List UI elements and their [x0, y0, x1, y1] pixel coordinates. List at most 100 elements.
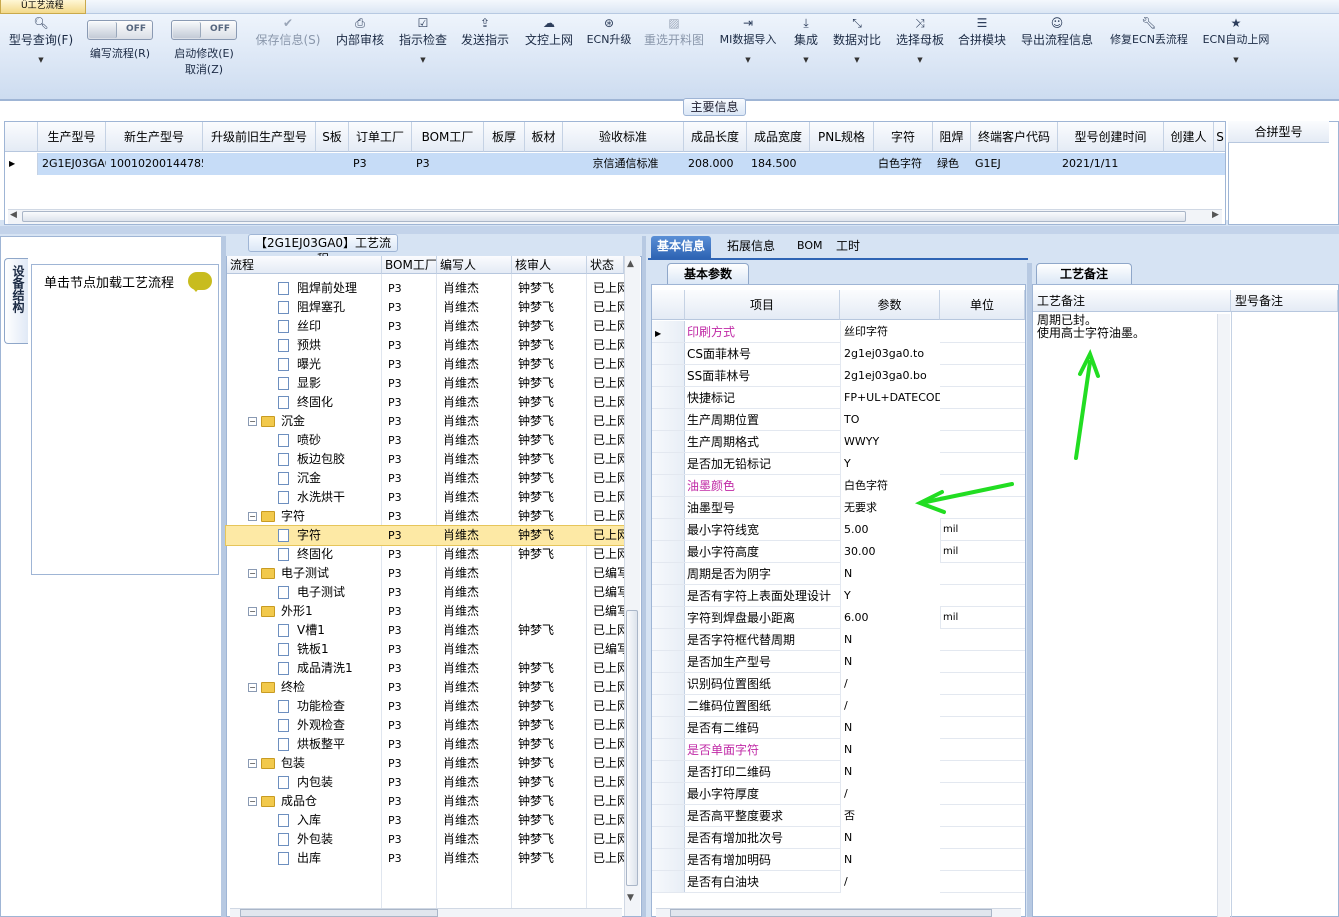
- data-compare-button[interactable]: ⤡ 数据对比 ▼: [830, 14, 884, 96]
- chevron-down-icon[interactable]: ▼: [1199, 54, 1273, 66]
- tab-basic-params[interactable]: 基本参数: [667, 263, 749, 284]
- tree-row[interactable]: 曝光 P3 肖维杰 钟梦飞 已上网: [226, 355, 624, 374]
- col-header[interactable]: 终端客户代码: [971, 122, 1058, 152]
- param-col-header[interactable]: 项目: [685, 290, 840, 320]
- tree-row[interactable]: 沉金 P3 肖维杰 钟梦飞 已上网: [226, 469, 624, 488]
- chevron-down-icon[interactable]: ▼: [396, 54, 450, 66]
- collapse-icon[interactable]: −: [248, 607, 257, 616]
- tab-work-hours[interactable]: 工时: [830, 236, 866, 258]
- col-header[interactable]: 阻焊: [933, 122, 971, 152]
- chevron-down-icon[interactable]: ▼: [892, 54, 948, 66]
- table-cell[interactable]: 184.500: [747, 153, 810, 175]
- table-cell[interactable]: [484, 153, 525, 175]
- tree-col-header[interactable]: 编写人: [437, 256, 512, 274]
- param-row[interactable]: 二维码位置图纸 /: [652, 695, 1025, 717]
- scroll-thumb[interactable]: [670, 909, 992, 917]
- table-cell[interactable]: 2G1EJ03GA0: [38, 153, 106, 175]
- param-row[interactable]: 最小字符厚度 /: [652, 783, 1025, 805]
- notes-vscrollbar[interactable]: [1217, 314, 1230, 917]
- table-cell[interactable]: [525, 153, 563, 175]
- param-value[interactable]: 30.00: [840, 541, 940, 563]
- param-row[interactable]: 是否有白油块 /: [652, 871, 1025, 893]
- param-value[interactable]: N: [840, 849, 940, 871]
- table-cell[interactable]: P3: [412, 153, 484, 175]
- table-cell[interactable]: [1164, 153, 1214, 175]
- select-master-button[interactable]: ⤨ 选择母板 ▼: [892, 14, 948, 96]
- param-value[interactable]: N: [840, 651, 940, 673]
- chevron-down-icon[interactable]: ▼: [6, 54, 76, 66]
- col-header[interactable]: 创建人: [1164, 122, 1214, 152]
- tree-row[interactable]: 铣板1 P3 肖维杰 已编写: [226, 640, 624, 659]
- col-header[interactable]: 生产型号: [38, 122, 106, 152]
- tree-row[interactable]: − 沉金 P3 肖维杰 钟梦飞 已上网: [226, 412, 624, 431]
- tree-row[interactable]: 终固化 P3 肖维杰 钟梦飞 已上网: [226, 393, 624, 412]
- write-flow-toggle[interactable]: OFF 编写流程(R): [82, 14, 158, 96]
- param-value[interactable]: N: [840, 739, 940, 761]
- param-row[interactable]: 周期是否为阴字 N: [652, 563, 1025, 585]
- tree-row[interactable]: 入库 P3 肖维杰 钟梦飞 已上网: [226, 811, 624, 830]
- tab-basic-info[interactable]: 基本信息: [651, 236, 712, 258]
- cancel-label[interactable]: 取消(Z): [166, 62, 242, 78]
- tab-process-notes[interactable]: 工艺备注: [1036, 263, 1132, 284]
- tree-row[interactable]: 喷砂 P3 肖维杰 钟梦飞 已上网: [226, 431, 624, 450]
- scroll-thumb[interactable]: [240, 909, 438, 917]
- col-header[interactable]: 新生产型号: [106, 122, 203, 152]
- tree-col-header[interactable]: 核审人: [512, 256, 587, 274]
- tree-row[interactable]: − 电子测试 P3 肖维杰 已编写: [226, 564, 624, 583]
- col-header[interactable]: 验收标准: [563, 122, 684, 152]
- col-header[interactable]: S板: [316, 122, 349, 152]
- tree-row[interactable]: 水洗烘干 P3 肖维杰 钟梦飞 已上网: [226, 488, 624, 507]
- col-header[interactable]: 订单工厂: [349, 122, 412, 152]
- start-edit-toggle[interactable]: OFF 启动修改(E) 取消(Z): [166, 14, 242, 96]
- param-value[interactable]: N: [840, 563, 940, 585]
- table-cell[interactable]: [1214, 153, 1225, 175]
- tree-row[interactable]: 板边包胶 P3 肖维杰 钟梦飞 已上网: [226, 450, 624, 469]
- mi-data-import-button[interactable]: ⇥ MI数据导入 ▼: [715, 14, 781, 96]
- table-cell[interactable]: G1EJ: [971, 153, 1058, 175]
- collapse-icon[interactable]: −: [248, 683, 257, 692]
- integrate-button[interactable]: ⤓ 集成 ▼: [788, 14, 824, 96]
- param-row[interactable]: 是否有增加明码 N: [652, 849, 1025, 871]
- tree-row[interactable]: 功能检查 P3 肖维杰 钟梦飞 已上网: [226, 697, 624, 716]
- table-cell[interactable]: P3: [349, 153, 412, 175]
- param-value[interactable]: N: [840, 827, 940, 849]
- col-header[interactable]: 升级前旧生产型号: [203, 122, 316, 152]
- param-row[interactable]: 是否有增加批次号 N: [652, 827, 1025, 849]
- scroll-left-icon[interactable]: ◀: [10, 210, 17, 220]
- param-value[interactable]: /: [840, 695, 940, 717]
- export-flow-button[interactable]: ☺ 导出流程信息: [1017, 14, 1097, 96]
- tree-row[interactable]: − 包装 P3 肖维杰 钟梦飞 已上网: [226, 754, 624, 773]
- scroll-down-icon[interactable]: ▼: [627, 893, 634, 903]
- chevron-down-icon[interactable]: ▼: [830, 54, 884, 66]
- scroll-right-icon[interactable]: ▶: [1212, 210, 1219, 220]
- tree-row[interactable]: 烘板整平 P3 肖维杰 钟梦飞 已上网: [226, 735, 624, 754]
- doc-control-online-button[interactable]: ☁ 文控上网: [520, 14, 578, 96]
- tree-row[interactable]: 阻焊塞孔 P3 肖维杰 钟梦飞 已上网: [226, 298, 624, 317]
- chevron-down-icon[interactable]: ▼: [788, 54, 824, 66]
- scroll-thumb[interactable]: [22, 211, 1186, 222]
- internal-review-button[interactable]: ⎙ 内部审核: [332, 14, 388, 96]
- table-cell[interactable]: 绿色: [933, 153, 971, 175]
- col-header[interactable]: 板材: [525, 122, 563, 152]
- param-row[interactable]: 最小字符线宽 5.00 mil: [652, 519, 1025, 541]
- tree-row[interactable]: − 外形1 P3 肖维杰 已编写: [226, 602, 624, 621]
- tree-row[interactable]: 外观检查 P3 肖维杰 钟梦飞 已上网: [226, 716, 624, 735]
- instruction-check-button[interactable]: ☑ 指示检查 ▼: [396, 14, 450, 96]
- param-row[interactable]: 是否打印二维码 N: [652, 761, 1025, 783]
- speech-bubble-icon[interactable]: [188, 272, 212, 292]
- param-value[interactable]: 6.00: [840, 607, 940, 629]
- col-header[interactable]: 板厚: [484, 122, 525, 152]
- col-header[interactable]: BOM工厂: [412, 122, 484, 152]
- col-header[interactable]: 型号创建时间: [1058, 122, 1164, 152]
- tree-row[interactable]: 显影 P3 肖维杰 钟梦飞 已上网: [226, 374, 624, 393]
- tab-extended-info[interactable]: 拓展信息: [721, 236, 781, 258]
- table-cell[interactable]: [810, 153, 874, 175]
- tree-row[interactable]: 内包装 P3 肖维杰 钟梦飞 已上网: [226, 773, 624, 792]
- collapse-icon[interactable]: −: [248, 569, 257, 578]
- tree-col-header[interactable]: 流程: [227, 256, 382, 274]
- merge-module-button[interactable]: ☰ 合拼模块: [955, 14, 1009, 96]
- param-value[interactable]: N: [840, 717, 940, 739]
- tree-row[interactable]: − 成品仓 P3 肖维杰 钟梦飞 已上网: [226, 792, 624, 811]
- param-row[interactable]: 最小字符高度 30.00 mil: [652, 541, 1025, 563]
- horizontal-splitter[interactable]: [0, 226, 1339, 234]
